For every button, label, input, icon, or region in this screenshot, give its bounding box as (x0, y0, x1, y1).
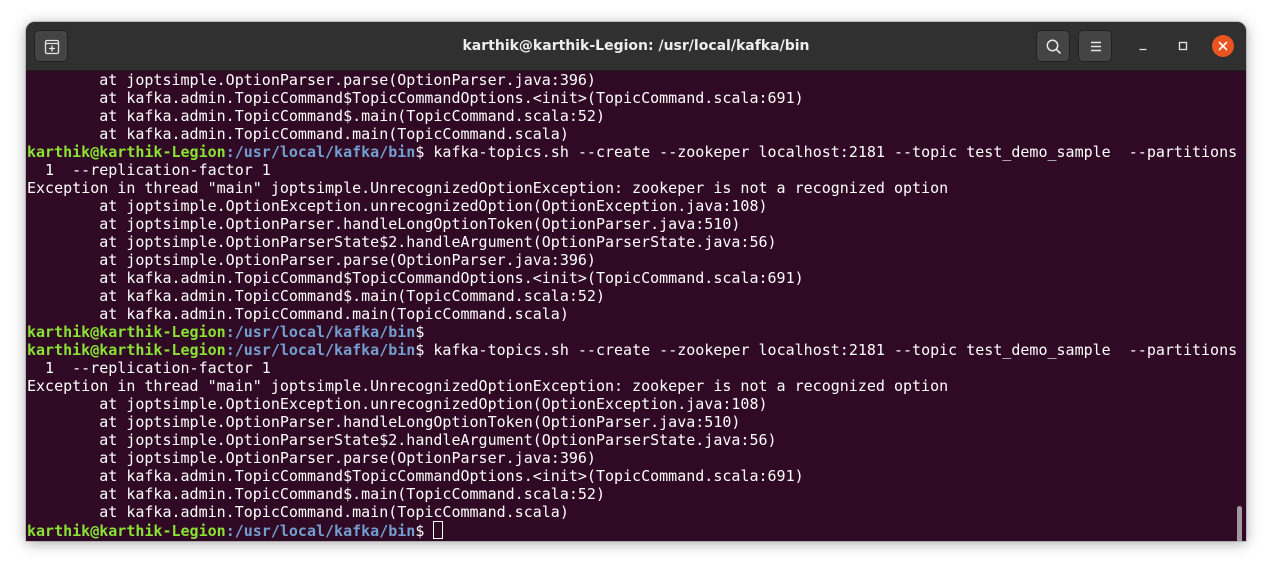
search-button[interactable] (1036, 30, 1070, 62)
close-icon (1218, 41, 1228, 51)
close-button[interactable] (1212, 35, 1234, 57)
prompt-user: karthik@karthik-Legion (27, 522, 226, 540)
output-line: at kafka.admin.TopicCommand.main(TopicCo… (27, 125, 569, 143)
terminal-lines: at joptsimple.OptionParser.parse(OptionP… (27, 71, 1237, 540)
command-text (424, 522, 433, 540)
output-line: at joptsimple.OptionParserState$2.handle… (27, 233, 777, 251)
output-line: at joptsimple.OptionParser.parse(OptionP… (27, 71, 596, 89)
prompt-path: :/usr/local/kafka/bin (225, 522, 416, 540)
prompt-user: karthik@karthik-Legion (27, 143, 226, 161)
terminal-window: karthik@karthik-Legion: /usr/local/kafka… (26, 22, 1246, 541)
output-line: at joptsimple.OptionException.unrecogniz… (27, 395, 768, 413)
output-line: at kafka.admin.TopicCommand.main(TopicCo… (27, 503, 569, 521)
output-line: at joptsimple.OptionException.unrecogniz… (27, 197, 768, 215)
prompt-path: :/usr/local/kafka/bin (225, 323, 416, 341)
command-text: kafka-topics.sh --create --zookeper loca… (424, 143, 1238, 161)
output-line: at joptsimple.OptionParser.handleLongOpt… (27, 413, 741, 431)
output-line: at kafka.admin.TopicCommand.main(TopicCo… (27, 305, 569, 323)
output-line: at joptsimple.OptionParser.handleLongOpt… (27, 215, 741, 233)
output-line: 1 --replication-factor 1 (27, 359, 271, 377)
prompt-path: :/usr/local/kafka/bin (225, 341, 416, 359)
output-line: at kafka.admin.TopicCommand$.main(TopicC… (27, 107, 605, 125)
output-line: at joptsimple.OptionParser.parse(OptionP… (27, 449, 596, 467)
output-line: Exception in thread "main" joptsimple.Un… (27, 377, 949, 395)
output-line: at kafka.admin.TopicCommand$TopicCommand… (27, 89, 804, 107)
minimize-icon (1139, 48, 1147, 51)
output-line: at kafka.admin.TopicCommand$TopicCommand… (27, 269, 804, 287)
terminal-output[interactable]: at joptsimple.OptionParser.parse(OptionP… (26, 71, 1246, 541)
output-line: at kafka.admin.TopicCommand$.main(TopicC… (27, 485, 605, 503)
prompt-line: karthik@karthik-Legion:/usr/local/kafka/… (27, 323, 1237, 341)
command-text: kafka-topics.sh --create --zookeper loca… (424, 341, 1238, 359)
prompt-user: karthik@karthik-Legion (27, 341, 226, 359)
title-bar[interactable]: karthik@karthik-Legion: /usr/local/kafka… (26, 22, 1246, 71)
text-cursor[interactable] (433, 521, 444, 539)
prompt-user: karthik@karthik-Legion (27, 323, 226, 341)
prompt-symbol: $ (415, 323, 425, 341)
search-icon (1046, 39, 1061, 54)
hamburger-menu-icon (1091, 41, 1101, 52)
prompt-line: karthik@karthik-Legion:/usr/local/kafka/… (27, 521, 1237, 540)
output-line: at joptsimple.OptionParserState$2.handle… (27, 431, 777, 449)
maximize-button[interactable] (1172, 35, 1194, 57)
output-line: 1 --replication-factor 1 (27, 161, 271, 179)
prompt-line: karthik@karthik-Legion:/usr/local/kafka/… (27, 143, 1237, 161)
output-line: at kafka.admin.TopicCommand$.main(TopicC… (27, 287, 605, 305)
maximize-icon (1178, 41, 1188, 51)
scrollbar[interactable] (1237, 506, 1242, 541)
prompt-line: karthik@karthik-Legion:/usr/local/kafka/… (27, 341, 1237, 359)
output-line: at joptsimple.OptionParser.parse(OptionP… (27, 251, 596, 269)
menu-button[interactable] (1078, 30, 1112, 62)
prompt-path: :/usr/local/kafka/bin (225, 143, 416, 161)
output-line: Exception in thread "main" joptsimple.Un… (27, 179, 949, 197)
output-line: at kafka.admin.TopicCommand$TopicCommand… (27, 467, 804, 485)
minimize-button[interactable] (1132, 35, 1154, 57)
